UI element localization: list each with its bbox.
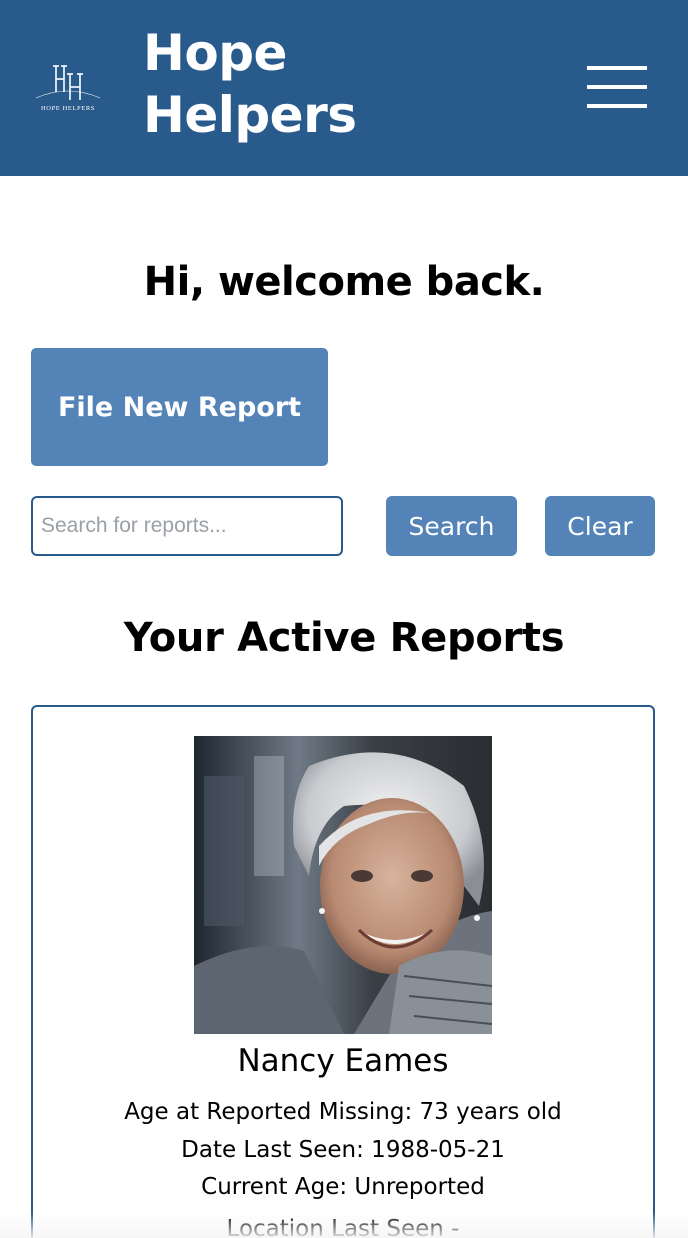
- app-header: HOPE HELPERS Hope Helpers: [0, 0, 688, 176]
- logo-text: HOPE HELPERS: [41, 105, 95, 112]
- report-age-missing: Age at Reported Missing: 73 years old: [124, 1099, 562, 1125]
- app-title-line2: Helpers: [143, 86, 357, 144]
- welcome-heading: Hi, welcome back.: [143, 259, 545, 305]
- app-title: Hope Helpers: [143, 22, 463, 146]
- hope-helpers-logo[interactable]: HOPE HELPERS: [30, 60, 106, 120]
- person-photo: [194, 736, 492, 1034]
- search-button[interactable]: Search: [386, 496, 517, 556]
- logo-monogram-icon: [35, 65, 101, 100]
- hamburger-menu-button[interactable]: [585, 62, 649, 112]
- clear-button[interactable]: Clear: [545, 496, 655, 556]
- page: HOPE HELPERS Hope Helpers Hi, welcome ba…: [0, 0, 688, 1238]
- active-reports-heading: Your Active Reports: [123, 615, 565, 661]
- search-input[interactable]: [31, 496, 343, 556]
- app-title-line1: Hope: [143, 24, 287, 82]
- report-date-last-seen: Date Last Seen: 1988-05-21: [181, 1137, 505, 1163]
- report-location-last-seen: Location Last Seen -: [226, 1216, 460, 1238]
- report-current-age: Current Age: Unreported: [201, 1174, 485, 1200]
- file-new-report-button[interactable]: File New Report: [31, 348, 328, 466]
- report-name: Nancy Eames: [237, 1043, 449, 1079]
- report-card[interactable]: Nancy Eames Age at Reported Missing: 73 …: [31, 705, 655, 1238]
